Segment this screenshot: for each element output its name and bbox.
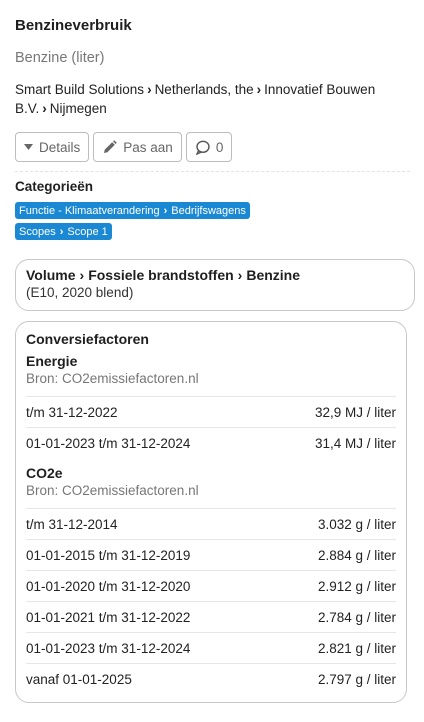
factor-row: 01-01-2023 t/m 31-12-2024 2.821 g / lite… <box>26 632 396 663</box>
edit-button-label: Pas aan <box>123 139 173 155</box>
factor-value: 2.884 g / liter <box>317 547 396 563</box>
caret-down-icon <box>24 144 33 150</box>
factor-row: 01-01-2021 t/m 31-12-2022 2.784 g / lite… <box>26 601 396 632</box>
co2e-title: CO2e <box>26 465 63 481</box>
badge-label: Scopes <box>19 225 56 238</box>
chevron-right-icon: › <box>163 204 168 217</box>
action-buttons: Details Pas aan 0 <box>15 132 233 162</box>
divider <box>15 171 410 172</box>
factor-period: 01-01-2020 t/m 31-12-2020 <box>26 578 191 594</box>
breadcrumb-item: Netherlands, the <box>154 82 254 97</box>
factor-row: t/m 31-12-2022 32,9 MJ / liter <box>26 396 396 427</box>
chevron-right-icon: › <box>256 82 262 97</box>
factor-value: 2.912 g / liter <box>317 578 396 594</box>
factor-value: 2.784 g / liter <box>317 609 396 625</box>
factor-period: t/m 31-12-2014 <box>26 516 118 532</box>
chevron-right-icon: › <box>42 101 47 116</box>
page-title: Benzineverbruik <box>15 17 132 34</box>
details-button[interactable]: Details <box>15 132 90 162</box>
factor-period: 01-01-2023 t/m 31-12-2024 <box>26 435 191 451</box>
co2e-source: Bron: CO2emissiefactoren.nl <box>26 483 199 498</box>
chevron-right-icon: › <box>79 267 85 283</box>
volume-path-item: Fossiele brandstoffen <box>88 267 234 283</box>
page-subtitle: Benzine (liter) <box>15 50 105 66</box>
co2e-group: CO2e Bron: CO2emissiefactoren.nl t/m 31-… <box>26 464 396 694</box>
factor-period: 01-01-2021 t/m 31-12-2022 <box>26 609 191 625</box>
location-breadcrumb: Smart Build Solutions › Netherlands, the › I… <box>15 80 410 118</box>
pencil-icon <box>102 139 118 155</box>
conversion-factors-card: Conversiefactoren Energie Bron: CO2emiss… <box>15 321 407 703</box>
volume-path: Volume › Fossiele brandstoffen › Benzine <box>26 266 414 284</box>
factor-period: t/m 31-12-2022 <box>26 404 118 420</box>
page: Benzineverbruik Benzine (liter) Smart Bu… <box>0 0 424 722</box>
factor-row: t/m 31-12-2014 3.032 g / liter <box>26 508 396 539</box>
factor-value: 31,4 MJ / liter <box>314 435 396 451</box>
badge-label: Bedrijfswagens <box>171 204 246 217</box>
factor-value: 32,9 MJ / liter <box>314 404 396 420</box>
energy-source: Bron: CO2emissiefactoren.nl <box>26 371 199 386</box>
chevron-right-icon: › <box>237 267 243 283</box>
chevron-right-icon: › <box>59 225 64 238</box>
volume-path-item: Volume <box>26 267 76 283</box>
factor-value: 3.032 g / liter <box>317 516 396 532</box>
factor-period: 01-01-2015 t/m 31-12-2019 <box>26 547 191 563</box>
factor-period: vanaf 01-01-2025 <box>26 671 132 687</box>
details-button-label: Details <box>39 139 81 155</box>
comments-button[interactable]: 0 <box>185 132 233 162</box>
factor-value: 2.797 g / liter <box>317 671 396 687</box>
category-badge[interactable]: Scopes › Scope 1 <box>15 223 112 240</box>
volume-note: (E10, 2020 blend) <box>26 285 134 300</box>
energy-title: Energie <box>26 353 78 369</box>
conversion-title: Conversiefactoren <box>26 331 149 347</box>
factor-row: 01-01-2015 t/m 31-12-2019 2.884 g / lite… <box>26 539 396 570</box>
volume-path-item: Benzine <box>246 267 301 283</box>
breadcrumb-item: Nijmegen <box>49 101 107 116</box>
factor-value: 2.821 g / liter <box>317 640 396 656</box>
category-badge[interactable]: Functie - Klimaatverandering › Bedrijfswag… <box>15 202 250 219</box>
chevron-right-icon: › <box>147 82 152 97</box>
categories-title: Categorieën <box>15 179 94 194</box>
factor-row: 01-01-2020 t/m 31-12-2020 2.912 g / lite… <box>26 570 396 601</box>
factor-row: vanaf 01-01-2025 2.797 g / liter <box>26 663 396 694</box>
energy-group: Energie Bron: CO2emissiefactoren.nl t/m … <box>26 352 396 458</box>
volume-card: Volume › Fossiele brandstoffen › Benzine (E1… <box>15 259 415 311</box>
factor-row: 01-01-2023 t/m 31-12-2024 31,4 MJ / lite… <box>26 427 396 458</box>
comment-icon <box>195 140 210 155</box>
comment-count: 0 <box>215 139 224 155</box>
badge-label: Functie - Klimaatverandering <box>19 204 160 217</box>
factor-period: 01-01-2023 t/m 31-12-2024 <box>26 640 191 656</box>
edit-button[interactable]: Pas aan <box>93 132 182 162</box>
breadcrumb-item: Smart Build Solutions <box>15 82 145 97</box>
badge-label: Scope 1 <box>67 225 108 238</box>
